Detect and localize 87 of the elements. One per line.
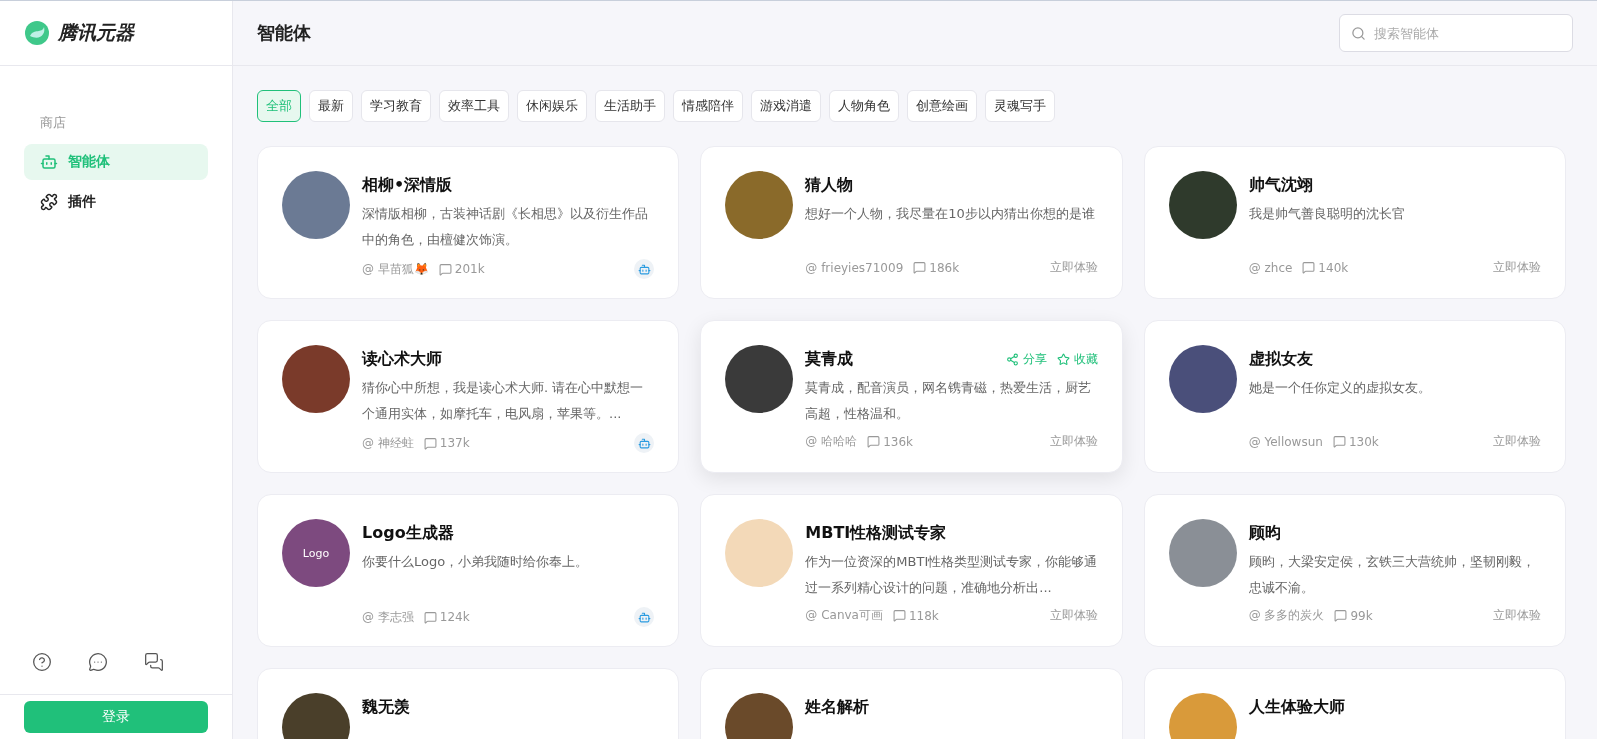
- nav-item[interactable]: 插件: [24, 184, 208, 220]
- agent-card[interactable]: MBTI性格测试专家 作为一位资深的MBTI性格类型测试专家，你能够通过一系列精心设计的问题，准确地分析出... @ Canva可画 118k 立即体验: [700, 494, 1123, 647]
- agent-title: 相柳•深情版: [362, 174, 453, 196]
- help-icon[interactable]: [32, 652, 52, 672]
- agent-description: 猜你心中所想，我是读心术大师. 请在心中默想一个通用实体，如摩托车，电风扇，苹果等。...: [362, 379, 645, 423]
- comment-icon: [892, 609, 906, 622]
- chat-bubble-icon[interactable]: [88, 652, 108, 672]
- author-label: @ 哈哈哈: [805, 433, 858, 450]
- chat-count: 118k: [908, 608, 939, 623]
- agent-card[interactable]: 虚拟女友 她是一个任你定义的虚拟女友。 @ Yellowsun 130k 立即体验: [1143, 320, 1566, 473]
- agent-card[interactable]: 相柳•深情版 深情版相柳，古装神话剧《长相思》以及衍生作品中的角色，由檀健次饰演。 @ 早苗狐🦊 201k: [257, 146, 680, 299]
- category-tab[interactable]: 最新: [309, 90, 353, 122]
- agent-card[interactable]: 读心术大师 猜你心中所想，我是读心术大师. 请在心中默想一个通用实体，如摩托车，电风扇，苹果等。... @ 神经蛀 137k: [257, 320, 680, 473]
- category-tab[interactable]: 生活助手: [595, 90, 665, 122]
- chat-count: 137k: [439, 436, 470, 450]
- comment-icon: [867, 435, 881, 448]
- agent-title: 读心术大师: [362, 348, 442, 370]
- category-tab[interactable]: 游戏消遣: [751, 90, 821, 122]
- agent-title: 莫青成: [805, 348, 854, 370]
- share-icon: [1005, 352, 1019, 366]
- comment-icon: [423, 436, 437, 450]
- agent-title: Logo生成器: [362, 522, 454, 544]
- chat-count: 186k: [929, 260, 960, 275]
- agent-description: 莫青成，配音演员，网名镌青磁，热爱生活，厨艺高超，性格温和。: [805, 379, 1093, 423]
- agent-description: 我是帅气善良聪明的沈长官: [1248, 205, 1406, 223]
- agent-card[interactable]: 姓名解析: [700, 668, 1123, 739]
- chat-count: 201k: [454, 262, 485, 276]
- comment-icon: [913, 261, 927, 274]
- chat-count: 140k: [1318, 260, 1349, 275]
- chat-count: 130k: [1348, 434, 1379, 449]
- section-label: 商店: [40, 114, 67, 132]
- logo-icon: [24, 20, 50, 46]
- chat-bubbles-icon[interactable]: [144, 652, 164, 672]
- agent-description: 想好一个人物，我尽量在10步以内猜出你想的是谁: [805, 205, 1096, 223]
- comment-icon: [1302, 261, 1316, 274]
- robot-icon: [634, 259, 655, 279]
- category-tab[interactable]: 人物角色: [829, 90, 899, 122]
- puzzle-icon: [40, 193, 58, 211]
- comment-icon: [1332, 435, 1346, 448]
- category-tab[interactable]: 创意绘画: [907, 90, 977, 122]
- agent-title: 姓名解析: [805, 696, 870, 718]
- agent-description: 你要什么Logo，小弟我随时给你奉上。: [362, 553, 590, 571]
- author-label: @ 李志强: [362, 608, 414, 626]
- author-label: @ 神经蛀: [362, 434, 414, 452]
- category-tab[interactable]: 学习教育: [361, 90, 431, 122]
- author-label: @ zhce: [1248, 260, 1293, 275]
- agent-card[interactable]: 猜人物 想好一个人物，我尽量在10步以内猜出你想的是谁 @ frieyies71009 186k 立即体验: [700, 146, 1123, 299]
- agent-description: 顾昀，大梁安定侯，玄铁三大营统帅，坚韧刚毅，忠诚不渝。: [1248, 553, 1536, 597]
- comment-icon: [1334, 609, 1348, 622]
- author-label: @ frieyies71009: [805, 260, 904, 275]
- chat-count: 136k: [883, 434, 913, 449]
- category-tab[interactable]: 休闲娱乐: [517, 90, 587, 122]
- agent-card[interactable]: 人生体验大师: [1143, 668, 1566, 739]
- agent-description: 作为一位资深的MBTI性格类型测试专家，你能够通过一系列精心设计的问题，准确地分析出...: [805, 553, 1098, 597]
- agent-card[interactable]: 魏无羡: [257, 668, 680, 739]
- agent-title: 顾昀: [1248, 522, 1281, 544]
- agent-title: MBTI性格测试专家: [805, 522, 947, 544]
- agent-card[interactable]: 帅气沈翊 我是帅气善良聪明的沈长官 @ zhce 140k 立即体验: [1143, 146, 1566, 299]
- avatar-placeholder: Logo: [282, 519, 350, 587]
- author-label: @ 多多的炭火: [1248, 607, 1325, 624]
- author-label: @ 早苗狐🦊: [362, 260, 429, 278]
- category-tab[interactable]: 灵魂写手: [985, 90, 1055, 122]
- comment-icon: [423, 610, 437, 624]
- agent-title: 魏无羡: [362, 696, 410, 718]
- category-tab[interactable]: 效率工具: [439, 90, 509, 122]
- agent-description: 深情版相柳，古装神话剧《长相思》以及衍生作品中的角色，由檀健次饰演。: [362, 205, 649, 249]
- agent-card[interactable]: 顾昀 顾昀，大梁安定侯，玄铁三大营统帅，坚韧刚毅，忠诚不渝。 @ 多多的炭火 99k 立即体验: [1143, 494, 1566, 647]
- agent-title: 虚拟女友: [1248, 348, 1313, 370]
- chat-count: 124k: [439, 610, 470, 624]
- comment-icon: [438, 262, 452, 276]
- agent-title: 猜人物: [805, 174, 854, 196]
- category-tab[interactable]: 情感陪伴: [673, 90, 743, 122]
- agent-card[interactable]: Logo Logo生成器 你要什么Logo，小弟我随时给你奉上。 @ 李志强 124k: [257, 494, 680, 647]
- agent-title: 人生体验大师: [1248, 696, 1345, 718]
- robot-icon: [634, 433, 655, 453]
- chat-count: 99k: [1350, 608, 1373, 623]
- author-label: @ Yellowsun: [1248, 434, 1323, 449]
- robot-icon: [634, 607, 655, 627]
- agent-description: 她是一个任你定义的虚拟女友。: [1248, 379, 1432, 397]
- star-icon: [1056, 352, 1070, 366]
- page-title: 智能体: [257, 21, 311, 45]
- brand-name: 腾讯元器: [58, 20, 134, 45]
- author-label: @ Canva可画: [805, 607, 883, 624]
- agent-title: 帅气沈翊: [1248, 174, 1313, 196]
- search-field[interactable]: 搜索智能体: [1339, 14, 1573, 52]
- search-icon: [1351, 26, 1366, 41]
- robot-icon: [40, 153, 58, 171]
